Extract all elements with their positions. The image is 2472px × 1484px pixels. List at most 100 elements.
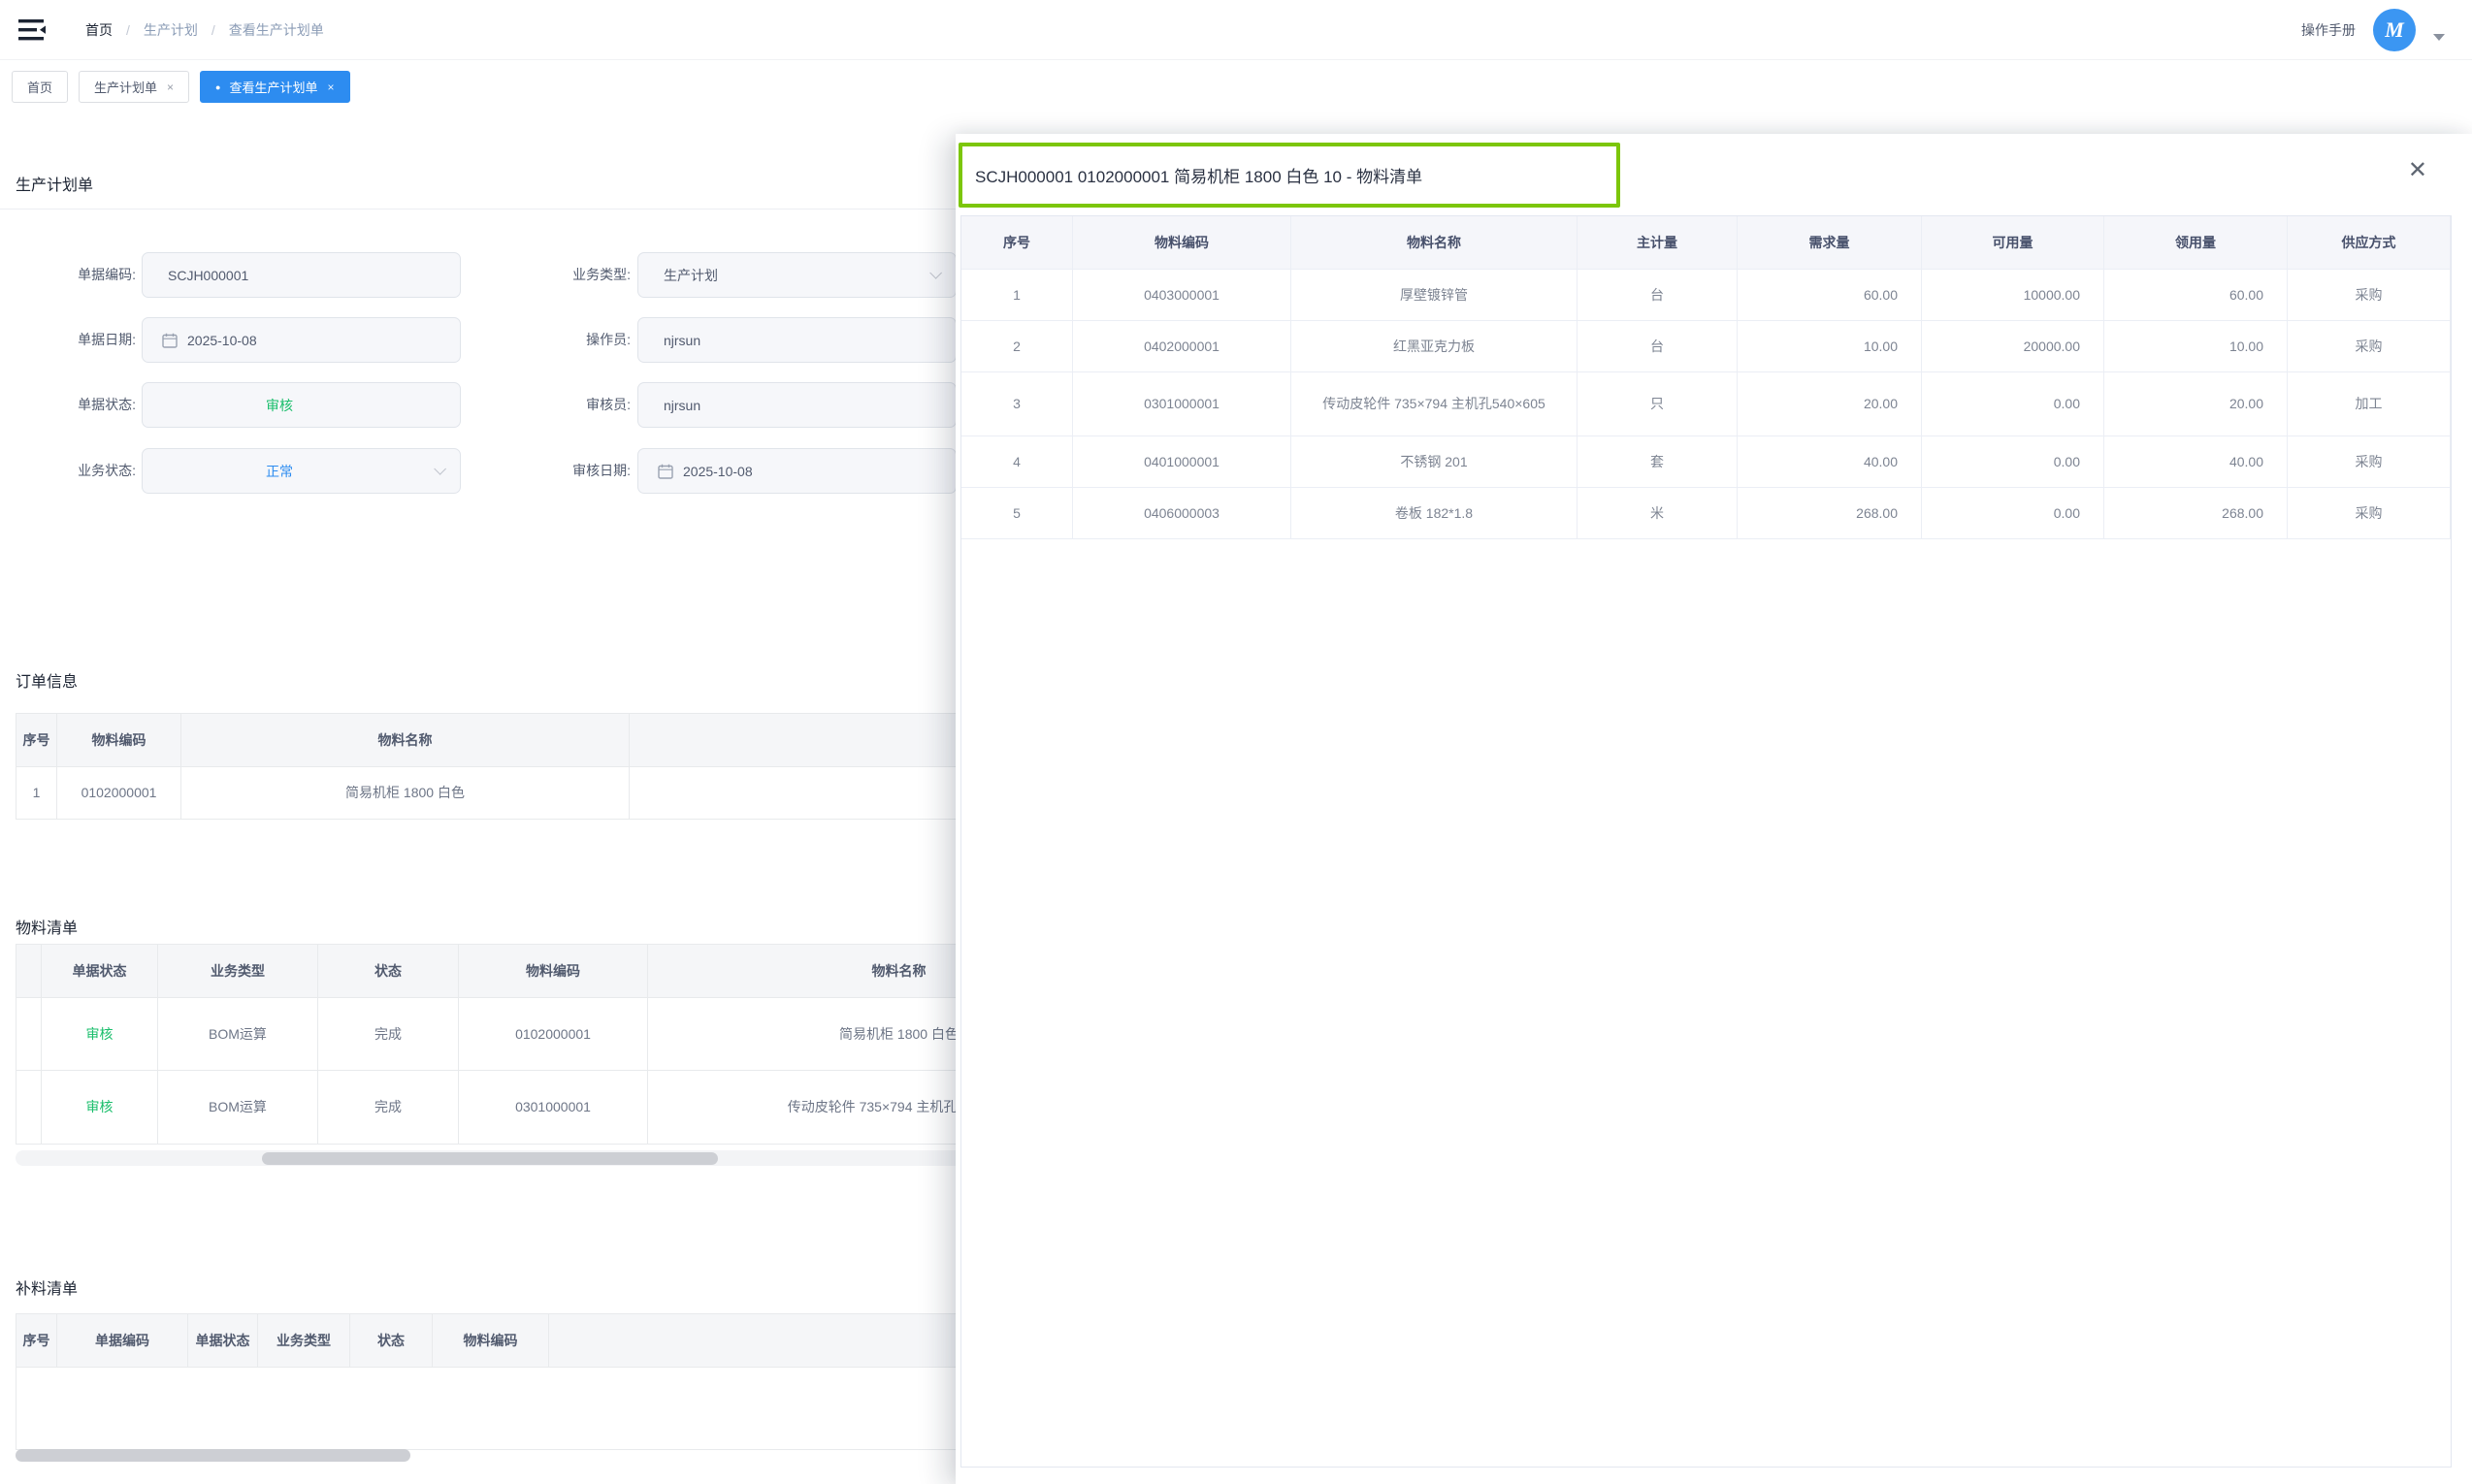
table-cell bbox=[16, 1071, 42, 1144]
close-icon[interactable]: ✕ bbox=[2408, 159, 2427, 182]
table-cell: 传动皮轮件 735×794 主机孔540×605 bbox=[1291, 372, 1578, 436]
modal-material-table: 序号物料编码物料名称主计量需求量可用量领用量供应方式10403000001厚壁镀… bbox=[961, 216, 2451, 539]
table-cell: BOM运算 bbox=[158, 1071, 318, 1144]
table-cell: 4 bbox=[961, 436, 1073, 487]
table-cell: 0406000003 bbox=[1073, 488, 1291, 538]
table-cell: 2 bbox=[961, 321, 1073, 371]
column-header: 序号 bbox=[961, 216, 1073, 269]
table-row: 30301000001传动皮轮件 735×794 主机孔540×605只20.0… bbox=[961, 372, 2451, 436]
column-header: 可用量 bbox=[1922, 216, 2104, 269]
column-header: 需求量 bbox=[1738, 216, 1922, 269]
auditor-field[interactable]: njrsun bbox=[637, 382, 957, 428]
column-header: 领用量 bbox=[2104, 216, 2288, 269]
breadcrumb-home[interactable]: 首页 bbox=[85, 20, 113, 40]
breadcrumb-production-plan[interactable]: 生产计划 bbox=[144, 20, 198, 40]
table-cell: 简易机柜 1800 白色 bbox=[181, 767, 630, 819]
table-cell: 卷板 182*1.8 bbox=[1291, 488, 1578, 538]
column-header: 单据状态 bbox=[188, 1314, 258, 1367]
table-row: 10403000001厚壁镀锌管台60.0010000.0060.00采购 bbox=[961, 270, 2451, 321]
app-root: 首页 / 生产计划 / 查看生产计划单 操作手册 M 首页生产计划单×●查看生产… bbox=[0, 0, 2472, 1484]
tab-查看生产计划单[interactable]: ●查看生产计划单× bbox=[200, 71, 349, 103]
column-header: 物料编码 bbox=[1073, 216, 1291, 269]
table-cell: 台 bbox=[1578, 270, 1738, 320]
operator-label: 操作员: bbox=[485, 317, 631, 363]
modal-table-container: 序号物料编码物料名称主计量需求量可用量领用量供应方式10403000001厚壁镀… bbox=[960, 215, 2452, 1468]
supplement-list-scrollbar[interactable] bbox=[16, 1449, 410, 1462]
table-cell: 米 bbox=[1578, 488, 1738, 538]
audit-date-picker[interactable]: 2025-10-08 bbox=[637, 448, 957, 494]
tab-首页[interactable]: 首页 bbox=[12, 71, 68, 103]
auditor-value: njrsun bbox=[664, 398, 700, 413]
doc-date-value: 2025-10-08 bbox=[187, 333, 257, 348]
tab-close-icon[interactable]: × bbox=[167, 81, 174, 94]
table-cell: 套 bbox=[1578, 436, 1738, 487]
column-header bbox=[16, 945, 42, 997]
table-cell: 0401000001 bbox=[1073, 436, 1291, 487]
table-cell: 只 bbox=[1578, 372, 1738, 436]
table-header-row: 序号物料编码物料名称主计量需求量可用量领用量供应方式 bbox=[961, 216, 2451, 270]
column-header: 单据状态 bbox=[42, 945, 158, 997]
table-cell: BOM运算 bbox=[158, 998, 318, 1070]
table-cell: 10000.00 bbox=[1922, 270, 2104, 320]
table-cell: 采购 bbox=[2288, 270, 2451, 320]
doc-code-field[interactable]: SCJH000001 bbox=[142, 252, 461, 298]
table-cell: 完成 bbox=[318, 998, 459, 1070]
doc-status-label: 单据状态: bbox=[0, 382, 136, 428]
column-header: 序号 bbox=[16, 1314, 57, 1367]
modal-title: SCJH000001 0102000001 简易机柜 1800 白色 10 - … bbox=[975, 163, 1422, 187]
table-cell: 0102000001 bbox=[459, 998, 648, 1070]
column-header: 物料编码 bbox=[57, 714, 181, 766]
table-cell: 0.00 bbox=[1922, 372, 2104, 436]
table-cell: 红黑亚克力板 bbox=[1291, 321, 1578, 371]
audit-date-value: 2025-10-08 bbox=[683, 464, 753, 479]
doc-date-picker[interactable]: 2025-10-08 bbox=[142, 317, 461, 363]
table-cell: 不锈钢 201 bbox=[1291, 436, 1578, 487]
top-header: 首页 / 生产计划 / 查看生产计划单 操作手册 M bbox=[0, 0, 2472, 60]
header-right: 操作手册 M bbox=[2301, 0, 2445, 60]
doc-status-value: 审核 bbox=[266, 396, 293, 415]
table-cell: 10.00 bbox=[2104, 321, 2288, 371]
user-avatar[interactable]: M bbox=[2373, 9, 2416, 51]
table-cell: 采购 bbox=[2288, 321, 2451, 371]
table-cell: 0.00 bbox=[1922, 488, 2104, 538]
material-detail-modal: SCJH000001 0102000001 简易机柜 1800 白色 10 - … bbox=[956, 134, 2472, 1484]
material-list-scrollbar[interactable] bbox=[262, 1152, 718, 1165]
page-title: 生产计划单 bbox=[16, 172, 93, 195]
table-cell: 40.00 bbox=[1738, 436, 1922, 487]
biz-type-label: 业务类型: bbox=[485, 252, 631, 298]
table-cell: 加工 bbox=[2288, 372, 2451, 436]
doc-code-label: 单据编码: bbox=[0, 252, 136, 298]
table-cell: 完成 bbox=[318, 1071, 459, 1144]
chevron-down-icon bbox=[929, 267, 942, 279]
table-cell: 0403000001 bbox=[1073, 270, 1291, 320]
column-header: 物料编码 bbox=[459, 945, 648, 997]
table-cell: 5 bbox=[961, 488, 1073, 538]
menu-fold-icon[interactable] bbox=[17, 17, 47, 43]
audit-date-label: 审核日期: bbox=[485, 448, 631, 494]
table-cell: 0301000001 bbox=[459, 1071, 648, 1144]
table-cell: 40.00 bbox=[2104, 436, 2288, 487]
biz-status-value: 正常 bbox=[266, 462, 293, 481]
table-cell: 268.00 bbox=[2104, 488, 2288, 538]
user-menu-caret-icon[interactable] bbox=[2433, 34, 2445, 41]
table-cell: 60.00 bbox=[1738, 270, 1922, 320]
table-cell: 268.00 bbox=[1738, 488, 1922, 538]
tab-close-icon[interactable]: × bbox=[328, 81, 335, 94]
table-cell: 60.00 bbox=[2104, 270, 2288, 320]
auditor-label: 审核员: bbox=[485, 382, 631, 428]
breadcrumb-separator: / bbox=[126, 22, 130, 38]
biz-status-select[interactable]: 正常 bbox=[142, 448, 461, 494]
column-header: 状态 bbox=[350, 1314, 433, 1367]
table-cell: 1 bbox=[16, 767, 57, 819]
table-cell: 0102000001 bbox=[57, 767, 181, 819]
material-list-title: 物料清单 bbox=[16, 915, 78, 938]
biz-type-select[interactable]: 生产计划 bbox=[637, 252, 957, 298]
table-cell: 20000.00 bbox=[1922, 321, 2104, 371]
column-header: 业务类型 bbox=[258, 1314, 350, 1367]
calendar-icon bbox=[162, 333, 178, 348]
operator-field[interactable]: njrsun bbox=[637, 317, 957, 363]
manual-link[interactable]: 操作手册 bbox=[2301, 20, 2356, 40]
breadcrumb-view-plan[interactable]: 查看生产计划单 bbox=[229, 20, 324, 40]
doc-status-field[interactable]: 审核 bbox=[142, 382, 461, 428]
tab-生产计划单[interactable]: 生产计划单× bbox=[79, 71, 189, 103]
